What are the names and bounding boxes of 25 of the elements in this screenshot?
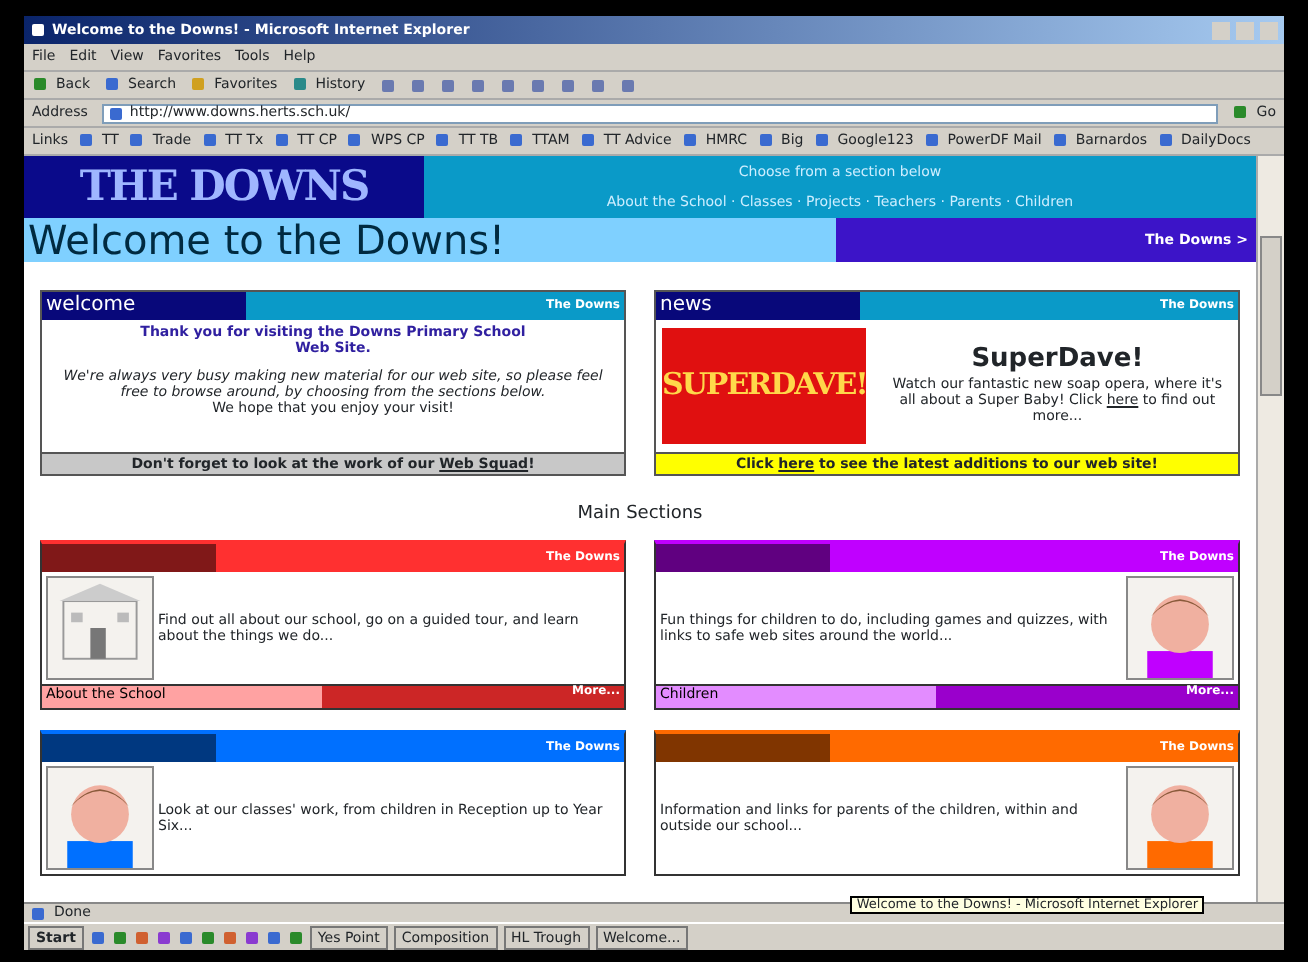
page-icon — [579, 132, 596, 149]
page-icon — [30, 905, 46, 921]
main-sections-link[interactable]: Main Sections — [577, 504, 703, 525]
toolbar-icon — [104, 76, 120, 93]
app-icon — [30, 22, 46, 38]
site-logo[interactable]: THE DOWNS — [24, 156, 424, 218]
page-icon — [1157, 132, 1174, 149]
toolbar-icon — [190, 76, 207, 93]
page-icon — [508, 132, 525, 149]
page-icon — [923, 132, 940, 149]
page-icon — [346, 132, 363, 149]
page-icon — [681, 132, 698, 149]
news-heading: SuperDave! — [969, 346, 1146, 377]
page-icon — [434, 132, 451, 149]
toolbar-icon — [32, 76, 48, 93]
panel-title: welcome — [42, 292, 246, 320]
panel-title: news — [656, 292, 860, 320]
toolbar-icon — [291, 76, 308, 93]
page-heading: Welcome to the Downs! — [24, 218, 836, 262]
page-icon — [1051, 132, 1068, 149]
page-icon — [273, 132, 290, 149]
banner-logo[interactable]: SUPERDAVE! — [662, 328, 867, 444]
page-icon — [757, 132, 774, 149]
page-icon — [813, 132, 830, 149]
page-icon — [201, 132, 218, 149]
